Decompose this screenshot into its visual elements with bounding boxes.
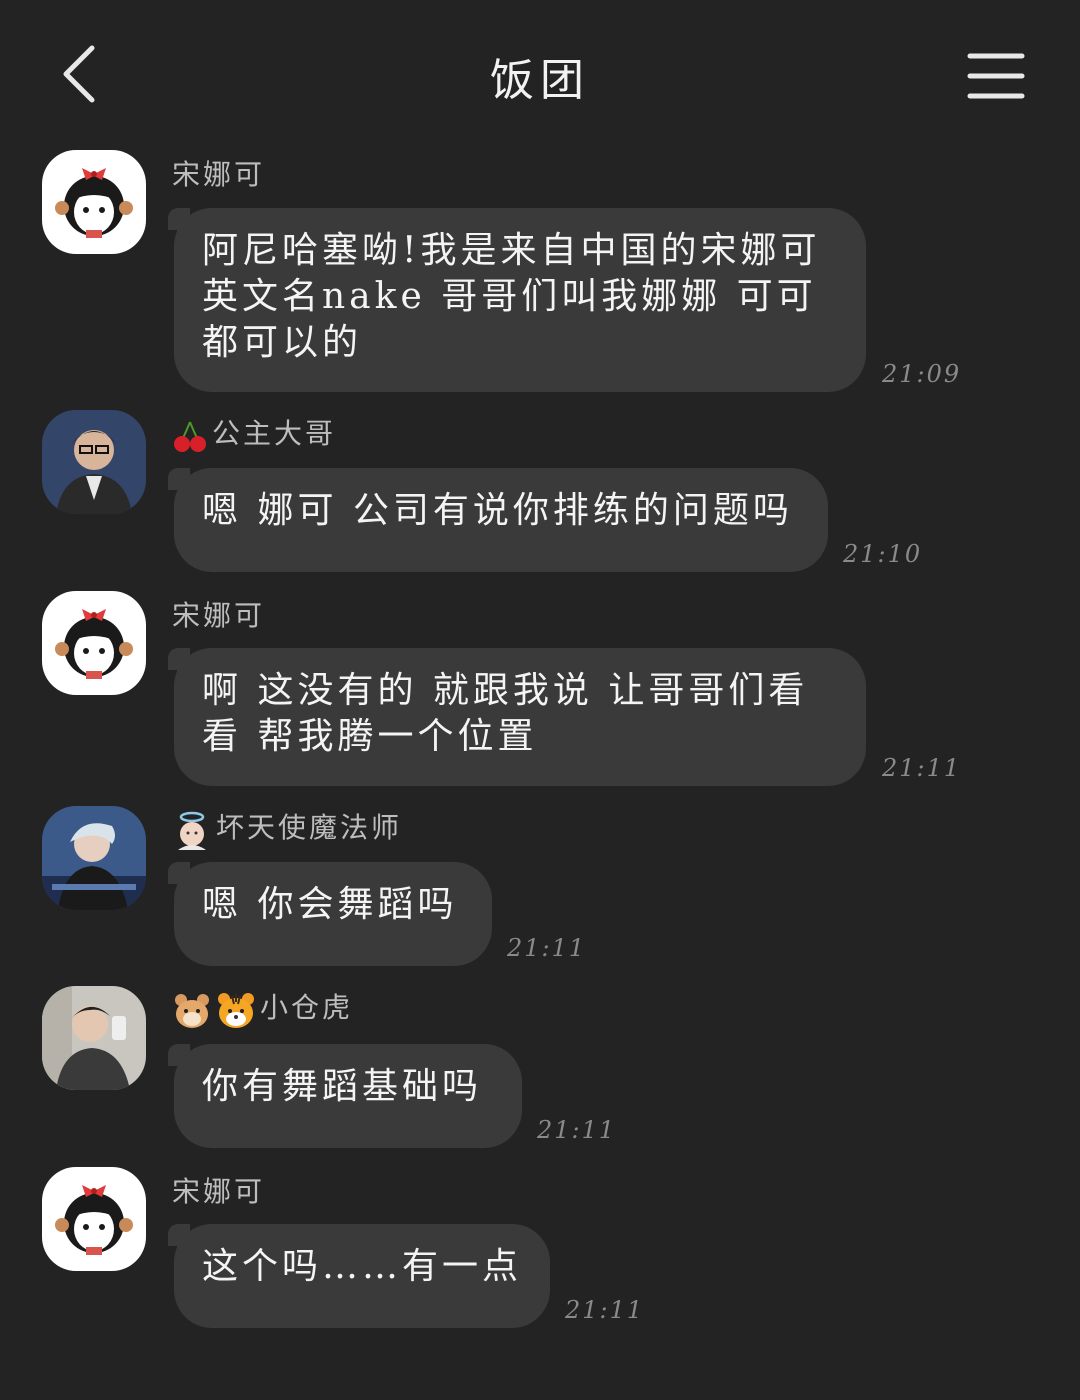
sender-name: 坏天使魔法师 [172, 806, 402, 850]
message-bubble[interactable]: 阿尼哈塞呦!我是来自中国的宋娜可 英文名nake 哥哥们叫我娜娜 可可都可以的 [168, 208, 866, 392]
person-photo-avatar-icon [42, 410, 146, 514]
cherries-icon [174, 421, 206, 452]
cartoon-girl-avatar-icon [42, 591, 146, 695]
message-time: 21:11 [882, 754, 962, 782]
person-photo-avatar-icon [42, 986, 146, 1090]
sender-name: 小仓虎 [172, 986, 353, 1030]
avatar[interactable] [42, 591, 146, 695]
person-photo-avatar-icon [42, 806, 146, 910]
hamster-face-icon [175, 993, 209, 1028]
avatar[interactable] [42, 1167, 146, 1271]
sender-name: 宋娜可 [172, 1175, 266, 1208]
message-list[interactable]: 宋娜可 阿尼哈塞呦!我是来自中国的宋娜可 英文名nake 哥哥们叫我娜娜 可可都… [0, 0, 1080, 1400]
angel-face-icon [178, 811, 206, 850]
message-time: 21:10 [843, 540, 923, 568]
avatar[interactable] [42, 410, 146, 514]
sender-name: 宋娜可 [172, 599, 266, 632]
message-bubble[interactable]: 嗯 你会舞蹈吗 [168, 862, 492, 966]
message-time: 21:11 [507, 934, 587, 962]
sender-label: 小仓虎 [260, 991, 354, 1024]
sender-name: 宋娜可 [172, 158, 266, 191]
message-time: 21:09 [882, 360, 962, 388]
sender-label: 坏天使魔法师 [216, 811, 403, 844]
tiger-face-icon [218, 992, 254, 1028]
sender-name: 公主大哥 [172, 412, 336, 454]
message-bubble[interactable]: 嗯 娜可 公司有说你排练的问题吗 [168, 468, 828, 572]
message-time: 21:11 [537, 1116, 617, 1144]
sender-label: 公主大哥 [212, 417, 337, 450]
avatar[interactable] [42, 806, 146, 910]
avatar[interactable] [42, 150, 146, 254]
message-bubble[interactable]: 这个吗……有一点 [168, 1224, 550, 1328]
cartoon-girl-avatar-icon [42, 150, 146, 254]
message-bubble[interactable]: 你有舞蹈基础吗 [168, 1044, 522, 1148]
message-time: 21:11 [565, 1296, 645, 1324]
cartoon-girl-avatar-icon [42, 1167, 146, 1271]
avatar[interactable] [42, 986, 146, 1090]
message-bubble[interactable]: 啊 这没有的 就跟我说 让哥哥们看看 帮我腾一个位置 [168, 648, 866, 786]
